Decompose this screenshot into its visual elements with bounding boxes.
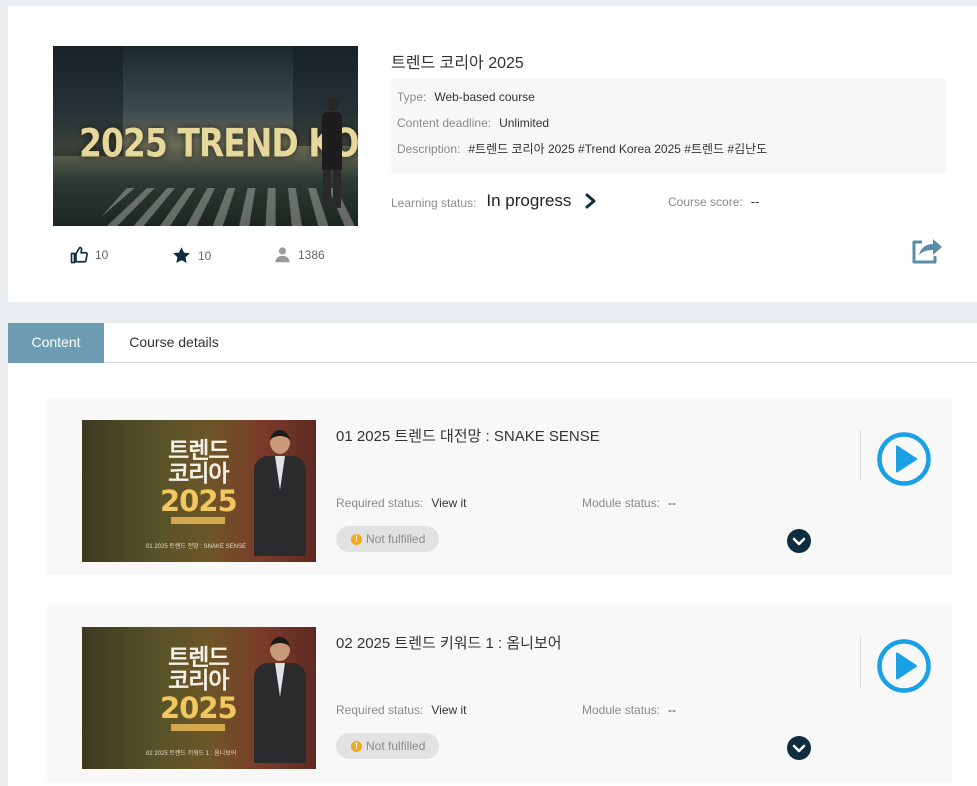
course-content-panel: Content Course details 트렌드 코리아 2025 01 2… [8,323,977,786]
play-circle-icon[interactable] [876,431,932,487]
required-status-value: View it [431,703,467,717]
warning-icon: ! [351,740,362,752]
description-row: Description: #트렌드 코리아 2025 #Trend Korea 2… [397,140,940,166]
module-status: Module status: -- [582,703,676,717]
type-row: Type: Web-based course [397,88,940,114]
star-icon[interactable] [172,246,191,265]
tab-content[interactable]: Content [8,323,104,363]
status-badge: ! Not fulfilled [336,526,440,552]
required-status: Required status: View it [336,703,467,717]
favorite-count: 10 [198,248,212,263]
required-status-value: View it [431,496,467,510]
course-stats: 10 10 1386 [70,246,370,266]
chevron-down-circle-icon[interactable] [787,736,811,760]
module-thumbnail[interactable]: 트렌드 코리아 2025 02 2025 트렌드 키워드 1 : 옴니보어 [82,627,316,769]
module-item[interactable]: 트렌드 코리아 2025 01 2025 트렌드 전망 : SNAKE SENS… [47,398,952,575]
favorite-stat[interactable]: 10 [172,246,211,265]
required-status: Required status: View it [336,496,467,510]
module-status-value: -- [668,703,677,717]
like-count: 10 [95,248,109,262]
deadline-value: Unlimited [499,116,550,130]
course-info-box: Type: Web-based course Content deadline: U… [391,79,946,173]
thumb-line1: 트렌드 [168,438,229,464]
thumb-caption: 02 2025 트렌드 키워드 1 : 옴니보어 [146,751,237,757]
course-cover-image: 2025 TREND KORE/ [53,46,358,226]
chevron-right-icon[interactable] [585,193,597,209]
module-status-value: -- [668,496,677,510]
course-score-label: Course score: [668,195,743,209]
learning-status-label: Learning status: [391,196,477,210]
description-label: Description: [397,142,461,156]
cover-title-text: 2025 TREND KORE/ [79,120,358,167]
like-stat[interactable]: 10 [70,246,108,264]
thumbs-up-icon[interactable] [70,246,88,264]
deadline-label: Content deadline: [397,116,492,130]
deadline-row: Content deadline: Unlimited [397,114,940,140]
course-score: Course score: -- [668,194,759,209]
module-divider [860,430,861,480]
play-circle-icon[interactable] [876,638,932,694]
thumb-line1: 트렌드 [168,645,229,671]
course-score-value: -- [750,194,760,209]
course-tabs: Content Course details [8,323,977,363]
required-status-label: Required status: [336,703,424,717]
status-badge-text: Not fulfilled [366,739,426,753]
type-label: Type: [397,90,427,104]
chevron-down-circle-icon[interactable] [787,529,811,553]
learning-status[interactable]: Learning status: In progress [391,191,597,211]
status-badge: ! Not fulfilled [336,733,440,759]
module-status-label: Module status: [582,703,661,717]
module-thumbnail[interactable]: 트렌드 코리아 2025 01 2025 트렌드 전망 : SNAKE SENS… [82,420,316,562]
module-status: Module status: -- [582,496,676,510]
type-value: Web-based course [434,90,535,104]
tab-course-details[interactable]: Course details [104,323,244,363]
module-title[interactable]: 02 2025 트렌드 키워드 1 : 옴니보어 [336,632,562,653]
user-icon [275,247,290,263]
thumb-line3: 2025 [160,690,238,725]
learners-stat: 1386 [274,246,325,263]
module-title[interactable]: 01 2025 트렌드 대전망 : SNAKE SENSE [336,425,600,446]
description-value: #트렌드 코리아 2025 #Trend Korea 2025 #트렌드 #김난… [468,142,768,156]
module-item[interactable]: 트렌드 코리아 2025 02 2025 트렌드 키워드 1 : 옴니보어 02… [47,605,952,782]
required-status-label: Required status: [336,496,424,510]
thumb-line3: 2025 [160,483,238,518]
status-badge-text: Not fulfilled [366,532,426,546]
module-divider [860,637,861,687]
course-header-card: 2025 TREND KORE/ 10 10 1386 트렌드 코리아 2025 [8,6,977,302]
thumb-caption: 01 2025 트렌드 전망 : SNAKE SENSE [146,544,246,550]
module-status-label: Module status: [582,496,661,510]
course-title: 트렌드 코리아 2025 [391,55,524,72]
learners-count: 1386 [298,247,325,262]
share-icon[interactable] [909,232,945,268]
warning-icon: ! [351,533,362,545]
learning-status-value[interactable]: In progress [486,191,571,211]
